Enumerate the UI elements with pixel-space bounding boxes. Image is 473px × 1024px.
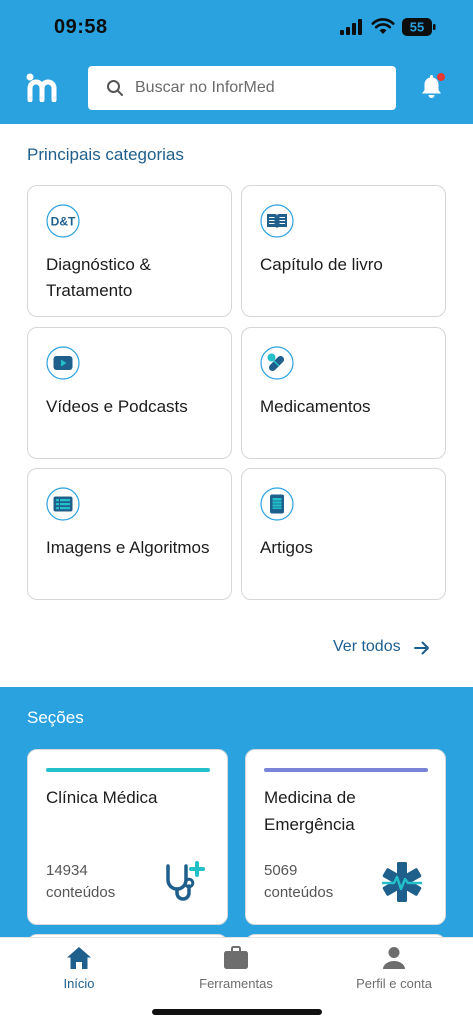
battery-icon: 55 xyxy=(402,18,436,36)
person-icon xyxy=(383,947,405,969)
category-card-artigos[interactable]: Artigos xyxy=(241,468,446,600)
section-name: Medicina de Emergência xyxy=(264,788,356,834)
nav-item-ferramentas[interactable]: Ferramentas xyxy=(176,944,296,991)
section-count: 5069 xyxy=(264,862,298,879)
battery-level: 55 xyxy=(410,20,424,35)
section-card-medicina-emergencia[interactable]: Medicina de Emergência 5069 conteúdos xyxy=(245,749,446,925)
section-count: 14934 xyxy=(46,862,88,879)
book-icon xyxy=(260,204,294,238)
dt-icon-text: D&T xyxy=(51,215,76,229)
image-list-icon xyxy=(46,487,80,521)
nav-label: Início xyxy=(63,976,95,991)
category-label: Vídeos e Podcasts xyxy=(46,397,188,416)
category-card-medicamentos[interactable]: Medicamentos xyxy=(241,327,446,459)
nav-item-perfil[interactable]: Perfil e conta xyxy=(334,944,454,991)
category-label: Artigos xyxy=(260,538,313,557)
search-input[interactable]: Buscar no InforMed xyxy=(88,66,396,110)
nav-item-inicio[interactable]: Início xyxy=(19,944,139,991)
nav-label: Ferramentas xyxy=(199,976,273,991)
app-header: 09:58 55 Buscar no InforMed xyxy=(0,0,473,124)
sections-title: Seções xyxy=(27,708,84,727)
category-label: Imagens e Algoritmos xyxy=(46,538,210,557)
section-accent-bar xyxy=(46,768,210,772)
see-all-link[interactable]: Ver todos xyxy=(333,638,401,656)
notification-dot xyxy=(437,73,445,81)
article-icon xyxy=(260,487,294,521)
search-placeholder: Buscar no InforMed xyxy=(135,79,275,96)
home-indicator xyxy=(152,1009,322,1015)
status-time: 09:58 xyxy=(54,16,108,38)
category-card-videos[interactable]: Vídeos e Podcasts xyxy=(27,327,232,459)
section-name: Clínica Médica xyxy=(46,788,158,807)
search-icon xyxy=(107,80,123,96)
arrow-right-icon[interactable] xyxy=(413,639,431,657)
section-count-unit: conteúdos xyxy=(264,884,334,901)
categories-title: Principais categorias xyxy=(27,145,184,164)
cellular-signal-icon xyxy=(340,19,362,35)
pill-icon xyxy=(260,346,294,380)
category-card-diagnostico[interactable]: D&T Diagnóstico & Tratamento xyxy=(27,185,232,317)
star-of-life-icon xyxy=(382,862,422,902)
category-card-imagens[interactable]: Imagens e Algoritmos xyxy=(27,468,232,600)
stethoscope-icon xyxy=(166,861,205,901)
bell-icon[interactable] xyxy=(418,72,448,102)
category-label: Capítulo de livro xyxy=(260,255,383,274)
category-label: Medicamentos xyxy=(260,397,371,416)
dt-icon: D&T xyxy=(46,204,80,238)
home-icon xyxy=(67,947,91,969)
informed-logo[interactable] xyxy=(26,72,62,102)
section-accent-bar xyxy=(264,768,428,772)
nav-label: Perfil e conta xyxy=(356,976,432,991)
category-label: Diagnóstico & Tratamento xyxy=(46,255,151,300)
play-icon xyxy=(46,346,80,380)
category-card-capitulo[interactable]: Capítulo de livro xyxy=(241,185,446,317)
status-bar: 09:58 55 xyxy=(0,0,473,56)
briefcase-icon xyxy=(224,946,248,969)
section-count-unit: conteúdos xyxy=(46,884,116,901)
wifi-icon xyxy=(371,18,395,34)
section-card-clinica-medica[interactable]: Clínica Médica 14934 conteúdos xyxy=(27,749,228,925)
